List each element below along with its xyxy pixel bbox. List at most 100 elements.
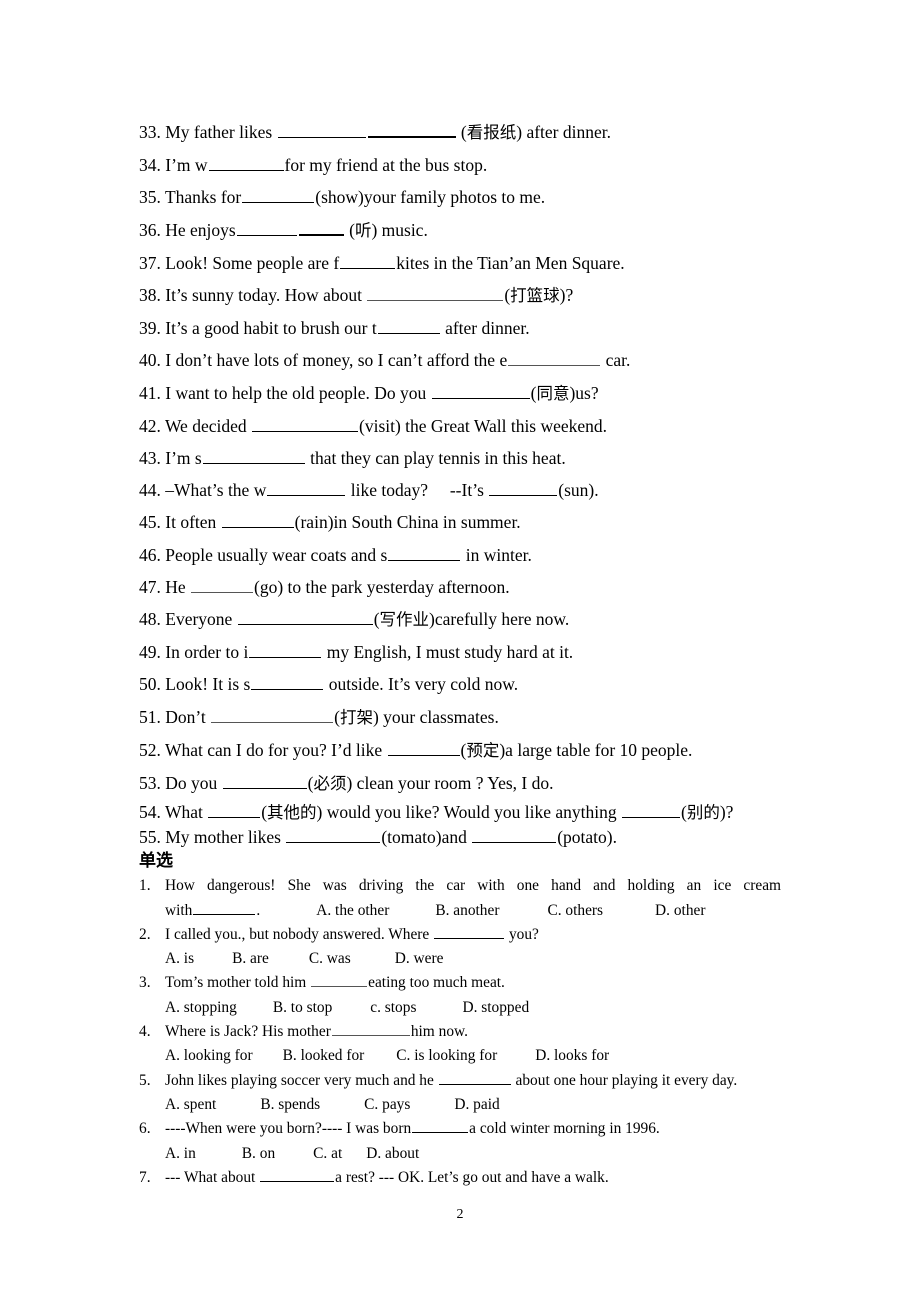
answer-option[interactable]: C. is looking for [396,1044,497,1068]
answer-option[interactable]: B. looked for [283,1044,365,1068]
question-text: He enjoys [165,219,236,240]
question-text: ) your classmates. [372,706,499,727]
question-text: . [256,901,261,919]
answer-blank[interactable] [251,673,324,691]
answer-blank[interactable] [367,120,456,138]
answer-option[interactable]: D. looks for [535,1044,609,1068]
answer-blank[interactable] [242,186,315,204]
question-number: 53. [139,773,166,794]
answer-blank[interactable] [340,252,396,269]
question-text: my English, I must study hard at it. [322,642,574,663]
answer-blank[interactable] [412,1118,469,1134]
answer-blank[interactable] [622,801,681,819]
question-number: 43. [139,448,166,469]
fill-in-blank-item: 50. Look! It is s outside. It’s very col… [139,668,781,700]
answer-blank[interactable] [211,706,334,723]
question-number: 36. [139,219,166,240]
fill-in-blank-item: 54. What (其他的) would you like? Would you… [139,800,781,825]
answer-blank[interactable] [277,121,366,138]
answer-option[interactable]: A. stopping [165,996,237,1020]
question-text: It’s sunny today. How about [165,285,367,306]
answer-blank[interactable] [286,826,381,844]
answer-blank[interactable] [221,511,294,529]
answer-blank[interactable] [438,1069,511,1085]
fill-in-blank-item: 55. My mother likes (tomato)and (potato)… [139,825,781,849]
answer-option[interactable]: A. spent [165,1093,216,1117]
answer-blank[interactable] [237,608,373,626]
answer-option[interactable]: C. pays [364,1093,410,1117]
answer-blank[interactable] [508,349,601,367]
answer-option[interactable]: B. to stop [273,996,332,1020]
answer-blank[interactable] [267,479,346,497]
question-text: John likes playing soccer very much and … [165,1071,438,1089]
fill-in-blank-item: 52. What can I do for you? I’d like (预定)… [139,734,781,767]
answer-option[interactable]: c. stops [370,996,416,1020]
answer-blank[interactable] [236,219,297,236]
question-text: Thanks for [164,187,242,208]
answer-blank[interactable] [387,739,460,756]
answer-option[interactable]: A. looking for [165,1044,253,1068]
question-text: Don’t [165,706,211,727]
fill-in-blank-item: 38. It’s sunny today. How about (打篮球)? [139,279,781,312]
answer-option[interactable]: C. was [309,947,351,971]
question-text: Everyone [165,609,237,630]
answer-blank[interactable] [252,415,358,432]
question-number: 48. [139,609,166,630]
question-text: like today? --It’s [346,480,489,501]
answer-blank[interactable] [431,382,530,399]
answer-blank[interactable] [331,1021,410,1037]
question-number: 51. [139,706,166,727]
chinese-hint: 看报纸 [466,123,517,142]
answer-option[interactable]: B. are [232,947,269,971]
answer-blank[interactable] [311,972,368,988]
answer-blank[interactable] [202,447,305,465]
answer-option[interactable]: B. spends [260,1093,320,1117]
answer-option[interactable]: D. were [395,947,444,971]
answer-blank[interactable] [489,479,558,497]
question-text: Look! It is s [165,674,251,695]
answer-blank[interactable] [388,544,461,561]
question-number: 47. [139,576,166,597]
answer-option[interactable]: C. at [313,1142,342,1166]
answer-option[interactable]: D. paid [454,1093,499,1117]
question-stem: --- What about a rest? --- OK. Let’s go … [165,1166,781,1190]
question-text: Do you [165,773,222,794]
answer-blank[interactable] [472,826,557,844]
answer-option[interactable]: B. another [435,899,499,923]
chinese-hint: 听 [354,220,372,240]
question-text: outside. It’s very cold now. [324,674,519,695]
answer-option-row: A. stopping B. to stop c. stops D. stopped [165,996,781,1020]
answer-blank[interactable] [249,641,322,659]
section-heading-multiple-choice: 单选 [139,851,173,872]
answer-option[interactable]: D. stopped [462,996,529,1020]
chinese-hint: 别的 [686,803,720,823]
answer-option[interactable]: D. about [366,1142,419,1166]
answer-blank[interactable] [298,218,344,236]
question-text: ( [456,122,467,142]
answer-blank[interactable] [367,284,504,302]
answer-option[interactable]: C. others [547,899,603,923]
answer-option[interactable]: B. on [242,1142,275,1166]
answer-blank[interactable] [193,899,256,915]
page-footer: 2 [0,1206,920,1224]
answer-blank[interactable] [260,1167,335,1182]
question-stem: I called you., but nobody answered. Wher… [165,923,781,947]
answer-blank[interactable] [191,576,254,593]
answer-blank[interactable] [208,154,284,172]
question-text: Where is Jack? His mother [165,1023,331,1041]
question-text: in winter. [461,544,532,565]
answer-option[interactable]: A. is [165,947,194,971]
question-text: )carefully here now. [429,609,570,630]
answer-blank[interactable] [434,924,505,939]
question-text: It often [165,512,221,533]
answer-blank[interactable] [377,317,440,335]
fill-in-blank-item: 44. –What’s the w like today? --It’s (su… [139,474,781,506]
multiple-choice-item: 5. John likes playing soccer very much an… [139,1069,781,1118]
answer-option[interactable]: D. other [655,899,705,923]
answer-blank[interactable] [208,801,261,819]
question-text: In order to i [165,642,249,663]
answer-option[interactable]: A. in [165,1142,196,1166]
question-text: I’m s [165,448,202,469]
answer-blank[interactable] [222,772,307,790]
answer-option[interactable]: A. the other [316,899,389,923]
